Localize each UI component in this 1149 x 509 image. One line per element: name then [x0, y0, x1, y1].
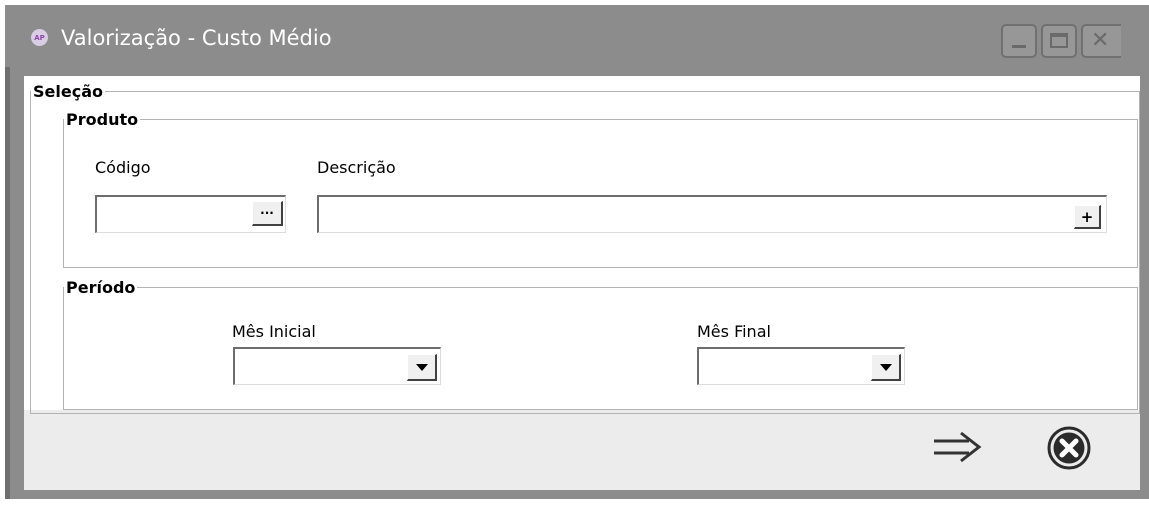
- mes-final-label: Mês Final: [697, 322, 771, 341]
- codigo-lookup-button[interactable]: ···: [252, 201, 283, 226]
- maximize-button[interactable]: [1041, 24, 1077, 58]
- confirm-button[interactable]: [928, 427, 986, 467]
- minimize-button[interactable]: [1001, 24, 1037, 58]
- chevron-down-icon: [415, 363, 428, 371]
- produto-group: Produto: [63, 110, 1138, 268]
- mes-final-dropdown-button[interactable]: [871, 354, 901, 381]
- ellipsis-icon: ···: [260, 206, 274, 220]
- codigo-label: Código: [95, 158, 151, 177]
- selecao-legend: Seleção: [33, 82, 103, 101]
- mes-final-select[interactable]: [697, 347, 905, 385]
- chevron-down-icon: [879, 363, 892, 371]
- window-title: Valorização - Custo Médio: [61, 26, 332, 50]
- close-window-button[interactable]: ✕: [1081, 24, 1121, 58]
- plus-icon: +: [1080, 207, 1094, 226]
- descricao-label: Descrição: [317, 158, 396, 177]
- maximize-icon: [1050, 33, 1068, 48]
- codigo-input[interactable]: ···: [95, 195, 286, 233]
- mes-inicial-dropdown-button[interactable]: [407, 354, 437, 381]
- periodo-legend: Período: [66, 278, 136, 297]
- minimize-icon: [1012, 45, 1026, 48]
- descricao-add-button[interactable]: +: [1074, 205, 1101, 229]
- app-logo-icon: AP: [31, 29, 48, 46]
- cancel-button[interactable]: [1043, 423, 1095, 473]
- mes-inicial-label: Mês Inicial: [232, 322, 316, 341]
- arrow-right-icon: [934, 431, 982, 463]
- produto-legend: Produto: [66, 110, 139, 129]
- title-bar[interactable]: AP Valorização - Custo Médio ✕: [5, 5, 1149, 67]
- periodo-group: Período: [63, 278, 1138, 410]
- mes-inicial-select[interactable]: [233, 347, 441, 385]
- window-edge: [5, 67, 10, 499]
- close-icon: ✕: [1091, 28, 1110, 53]
- close-circle-icon: [1047, 426, 1091, 470]
- descricao-input[interactable]: +: [317, 195, 1107, 233]
